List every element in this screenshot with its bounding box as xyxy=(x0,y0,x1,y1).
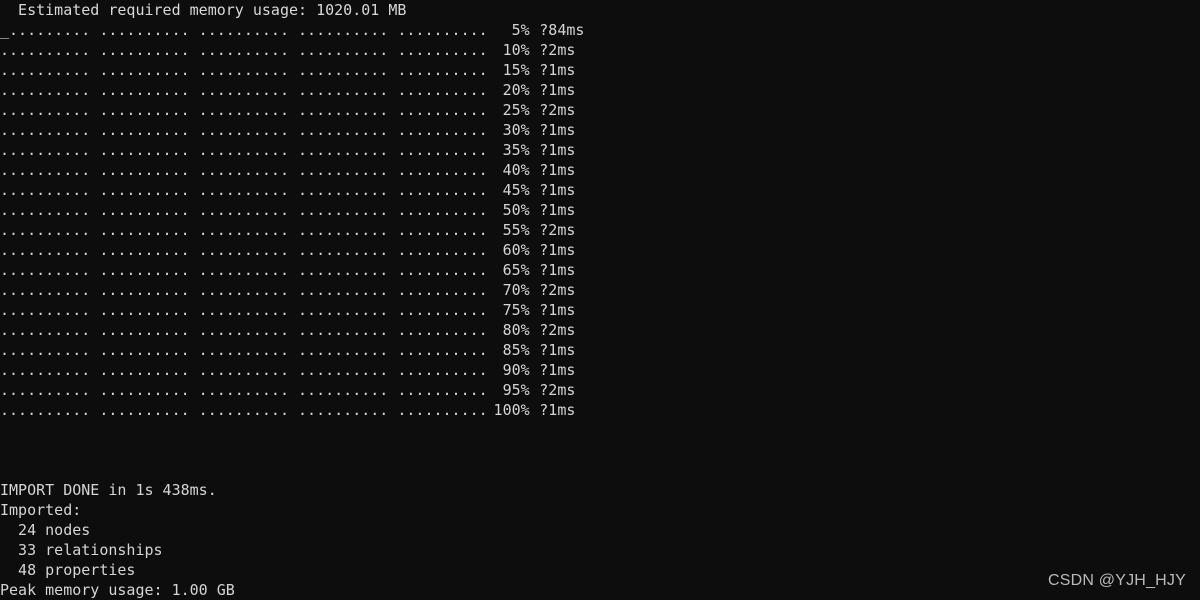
progress-row: .......... .......... .......... .......… xyxy=(0,120,1200,140)
progress-time: ?1ms xyxy=(539,201,576,219)
progress-row: .......... .......... .......... .......… xyxy=(0,260,1200,280)
progress-percent: 10% xyxy=(502,41,530,59)
progress-row: .......... .......... .......... .......… xyxy=(0,300,1200,320)
progress-dots: .......... .......... .......... .......… xyxy=(0,181,488,199)
csdn-watermark: CSDN @YJH_HJY xyxy=(1048,572,1186,589)
progress-dots: .......... .......... .......... .......… xyxy=(0,161,488,179)
progress-percent: 95% xyxy=(502,381,530,399)
progress-dots: .......... .......... .......... .......… xyxy=(0,361,488,379)
progress-dots: .......... .......... .......... .......… xyxy=(0,61,488,79)
progress-row: .......... .......... .......... .......… xyxy=(0,360,1200,380)
spacer-line-1 xyxy=(0,420,1200,440)
progress-percent: 80% xyxy=(502,321,530,339)
progress-time: ?2ms xyxy=(539,41,576,59)
progress-time: ?1ms xyxy=(539,301,576,319)
progress-time: ?1ms xyxy=(539,241,576,259)
peak-memory-line: Peak memory usage: 1.00 GB xyxy=(0,581,235,599)
progress-row: .......... .......... .......... .......… xyxy=(0,280,1200,300)
progress-time: ?1ms xyxy=(539,121,576,139)
progress-percent: 70% xyxy=(502,281,530,299)
nodes-count-line: 24 nodes xyxy=(0,521,91,539)
import-progress-block: _......... .......... .......... .......… xyxy=(0,20,1200,420)
progress-dots: .......... .......... .......... .......… xyxy=(0,401,488,419)
spacer-line-3 xyxy=(0,460,1200,480)
progress-percent: 5% xyxy=(511,21,530,39)
progress-dots: .......... .......... .......... .......… xyxy=(0,81,488,99)
import-done-line: IMPORT DONE in 1s 438ms. xyxy=(0,481,217,499)
progress-row: .......... .......... .......... .......… xyxy=(0,100,1200,120)
memory-estimate-line: Estimated required memory usage: 1020.01… xyxy=(0,1,407,19)
progress-time: ?1ms xyxy=(539,361,576,379)
progress-row: .......... .......... .......... .......… xyxy=(0,320,1200,340)
progress-dots: _......... .......... .......... .......… xyxy=(0,21,488,39)
progress-time: ?2ms xyxy=(539,321,576,339)
progress-row: .......... .......... .......... .......… xyxy=(0,340,1200,360)
progress-percent: 15% xyxy=(502,61,530,79)
progress-row: .......... .......... .......... .......… xyxy=(0,140,1200,160)
progress-dots: .......... .......... .......... .......… xyxy=(0,41,488,59)
progress-time: ?1ms xyxy=(539,261,576,279)
progress-dots: .......... .......... .......... .......… xyxy=(0,261,488,279)
progress-time: ?1ms xyxy=(539,61,576,79)
progress-row: .......... .......... .......... .......… xyxy=(0,60,1200,80)
progress-percent: 60% xyxy=(502,241,530,259)
import-summary: IMPORT DONE in 1s 438ms. Imported: 24 no… xyxy=(0,480,1200,600)
progress-dots: .......... .......... .......... .......… xyxy=(0,321,488,339)
progress-row: .......... .......... .......... .......… xyxy=(0,180,1200,200)
progress-row: .......... .......... .......... .......… xyxy=(0,80,1200,100)
progress-time: ?1ms xyxy=(539,401,576,419)
progress-percent: 50% xyxy=(502,201,530,219)
progress-dots: .......... .......... .......... .......… xyxy=(0,241,488,259)
properties-count-line: 48 properties xyxy=(0,561,136,579)
progress-row: .......... .......... .......... .......… xyxy=(0,400,1200,420)
progress-percent: 45% xyxy=(502,181,530,199)
progress-time: ?2ms xyxy=(539,281,576,299)
relationships-count-line: 33 relationships xyxy=(0,541,163,559)
progress-row: .......... .......... .......... .......… xyxy=(0,380,1200,400)
spacer-line-2 xyxy=(0,440,1200,460)
progress-row: .......... .......... .......... .......… xyxy=(0,160,1200,180)
progress-percent: 55% xyxy=(502,221,530,239)
progress-dots: .......... .......... .......... .......… xyxy=(0,341,488,359)
progress-dots: .......... .......... .......... .......… xyxy=(0,281,488,299)
progress-row: _......... .......... .......... .......… xyxy=(0,20,1200,40)
progress-dots: .......... .......... .......... .......… xyxy=(0,101,488,119)
progress-percent: 75% xyxy=(502,301,530,319)
progress-percent: 20% xyxy=(502,81,530,99)
terminal-output: Estimated required memory usage: 1020.01… xyxy=(0,0,1200,600)
progress-percent: 85% xyxy=(502,341,530,359)
progress-row: .......... .......... .......... .......… xyxy=(0,40,1200,60)
progress-time: ?1ms xyxy=(539,141,576,159)
progress-row: .......... .......... .......... .......… xyxy=(0,240,1200,260)
progress-percent: 65% xyxy=(502,261,530,279)
progress-dots: .......... .......... .......... .......… xyxy=(0,121,488,139)
progress-percent: 40% xyxy=(502,161,530,179)
progress-time: ?1ms xyxy=(539,161,576,179)
progress-dots: .......... .......... .......... .......… xyxy=(0,381,488,399)
imported-label: Imported: xyxy=(0,501,82,519)
progress-percent: 30% xyxy=(502,121,530,139)
progress-percent: 90% xyxy=(502,361,530,379)
progress-dots: .......... .......... .......... .......… xyxy=(0,301,488,319)
progress-time: ?1ms xyxy=(539,181,576,199)
progress-time: ?1ms xyxy=(539,341,576,359)
progress-percent: 100% xyxy=(493,401,530,419)
progress-dots: .......... .......... .......... .......… xyxy=(0,141,488,159)
progress-percent: 25% xyxy=(502,101,530,119)
progress-time: ?84ms xyxy=(539,21,585,39)
progress-time: ?2ms xyxy=(539,221,576,239)
progress-dots: .......... .......... .......... .......… xyxy=(0,221,488,239)
progress-row: .......... .......... .......... .......… xyxy=(0,220,1200,240)
progress-dots: .......... .......... .......... .......… xyxy=(0,201,488,219)
progress-row: .......... .......... .......... .......… xyxy=(0,200,1200,220)
progress-time: ?1ms xyxy=(539,81,576,99)
progress-percent: 35% xyxy=(502,141,530,159)
progress-time: ?2ms xyxy=(539,101,576,119)
progress-time: ?2ms xyxy=(539,381,576,399)
terminal-screen: Estimated required memory usage: 1020.01… xyxy=(0,0,1200,600)
